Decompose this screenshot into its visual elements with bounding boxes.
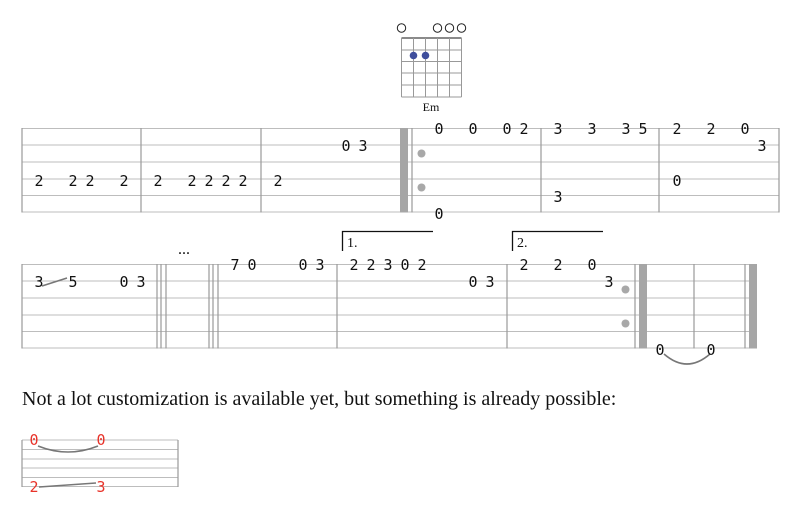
repeat-dot: [417, 183, 426, 192]
tab-note: 2: [221, 172, 230, 190]
tab-note: 2: [519, 120, 528, 138]
measure-9: 2 2 3 0 2 0 3: [349, 256, 494, 291]
measure-7: 3 5 0 3: [34, 273, 145, 291]
tab-note: 2: [68, 172, 77, 190]
volta-1: 1.: [341, 230, 433, 251]
chord-name: Em: [423, 100, 440, 114]
tab-note: 0: [468, 273, 477, 291]
tab-note: 2: [238, 172, 247, 190]
repeat-dot: [621, 285, 630, 294]
tab-note: 2: [553, 256, 562, 274]
tab-note: 0: [706, 341, 715, 359]
tab-note: 2: [417, 256, 426, 274]
tab-note: 3: [553, 188, 562, 206]
tab-note: 2: [349, 256, 358, 274]
volta-label: 1.: [347, 236, 358, 251]
barlines: [21, 264, 746, 349]
tab-note: 2: [519, 256, 528, 274]
tab-note: 2: [706, 120, 715, 138]
tab-note: 2: [85, 172, 94, 190]
tab-note: 0: [434, 120, 443, 138]
ellipsis: ...: [178, 241, 190, 258]
open-string-mark: [444, 23, 455, 33]
open-string-mark: [456, 23, 467, 33]
tab-note: 0: [587, 256, 596, 274]
chord-strings: [401, 38, 462, 97]
final-thick-barline: [749, 264, 757, 349]
tab-note: 0: [502, 120, 511, 138]
staff-system-1: 2 2 2 2 2 2 2 2 2 2 0 3 0 0 0 2 0 3 3 3 …: [21, 120, 780, 223]
caption-text: Not a lot customization is available yet…: [22, 388, 617, 410]
tab-note: 3: [358, 137, 367, 155]
tab-note: 2: [273, 172, 282, 190]
tab-note: 2: [204, 172, 213, 190]
tab-note: 0: [468, 120, 477, 138]
tab-note: 0: [119, 273, 128, 291]
tab-note: 0: [672, 172, 681, 190]
tab-note: 0: [400, 256, 409, 274]
tab-note: 0: [341, 137, 350, 155]
open-string-mark: [432, 23, 443, 33]
tab-note: 3: [136, 273, 145, 291]
tab-note: 0: [29, 431, 38, 449]
tab-note: 2: [366, 256, 375, 274]
tab-note: 3: [757, 137, 766, 155]
tab-note: 2: [153, 172, 162, 190]
tab-note: 2: [187, 172, 196, 190]
tab-note: 0: [247, 256, 256, 274]
tab-note: 2: [34, 172, 43, 190]
repeat-start-thick-barline: [400, 128, 408, 213]
repeat-end-thick-barline: [639, 264, 647, 349]
tab-note: 5: [68, 273, 77, 291]
measure-10: 2 2 0 3: [519, 256, 613, 291]
slide-line: [41, 277, 68, 287]
tab-note: 7: [230, 256, 239, 274]
measure-11: 0 0: [655, 341, 716, 365]
tie-arc: [663, 353, 711, 365]
tab-note: 3: [96, 478, 105, 496]
tab-note: 0: [740, 120, 749, 138]
measure-1: 2 2 2 2: [34, 172, 128, 190]
tab-note: 3: [553, 120, 562, 138]
finger-dot: [421, 51, 430, 60]
tab-note: 3: [383, 256, 392, 274]
measure-5: 3 3 3 5 3: [553, 120, 647, 206]
custom-example-staff: 0 0 2 3: [21, 431, 179, 496]
repeat-dot: [621, 319, 630, 328]
tab-note: 0: [655, 341, 664, 359]
open-string-mark: [396, 23, 407, 33]
repeat-dot: [417, 149, 426, 158]
tab-note: 3: [604, 273, 613, 291]
measure-2: 2 2 2 2 2: [153, 172, 247, 190]
tab-note: 2: [29, 478, 38, 496]
tab-note: 0: [96, 431, 105, 449]
chord-diagram-em: Em: [396, 23, 467, 114]
measure-4: 0 0 0 2 0: [434, 120, 528, 223]
tab-note: 2: [119, 172, 128, 190]
tab-note: 3: [587, 120, 596, 138]
volta-2: 2.: [511, 230, 603, 251]
tab-note: 3: [315, 256, 324, 274]
tab-notation: Em 2 2 2 2 2 2 2 2 2 2 0 3 0 0 0 2 0 3 3…: [21, 23, 780, 496]
finger-dot: [409, 51, 418, 60]
tab-note: 3: [34, 273, 43, 291]
tab-note: 3: [485, 273, 494, 291]
volta-label: 2.: [517, 236, 528, 251]
staff-system-2: ... 1. 2. 3 5 0 3 7 0 0 3 2 2 3 0 2 0 3 …: [21, 230, 757, 365]
tab-note: 3: [621, 120, 630, 138]
tab-note: 5: [638, 120, 647, 138]
tab-note: 0: [298, 256, 307, 274]
tab-note: 2: [672, 120, 681, 138]
tab-note: 0: [434, 205, 443, 223]
